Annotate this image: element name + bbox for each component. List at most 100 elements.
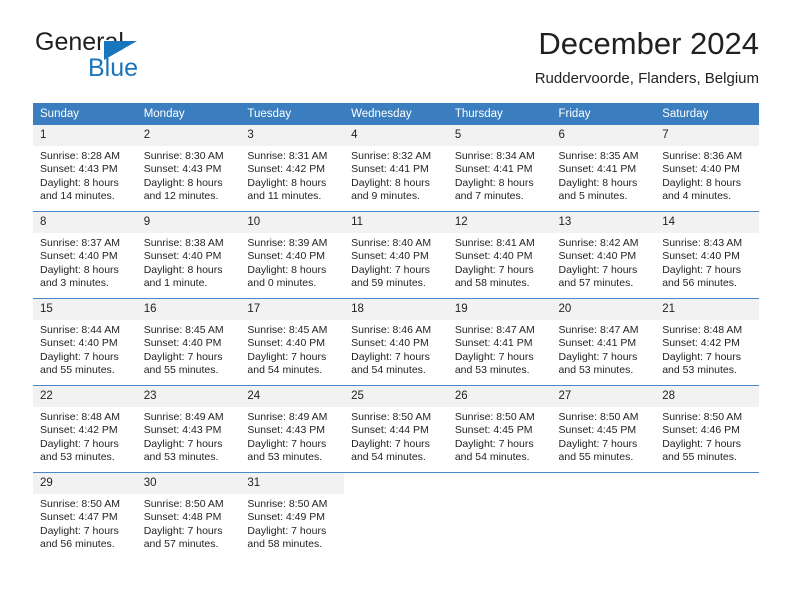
day-sunrise-text: Sunrise: 8:49 AM: [247, 411, 328, 423]
day-number: [344, 473, 448, 494]
calendar-empty-cell: [447, 472, 552, 559]
calendar-day-cell[interactable]: 25 Sunrise: 8:50 AM Sunset: 4:44 PM Dayligh…: [344, 385, 448, 473]
day-number: 15: [33, 299, 137, 320]
day-number: 12: [447, 212, 552, 233]
day-details: Sunrise: 8:37 AM Sunset: 4:40 PM Daylight:…: [33, 233, 137, 291]
day-details: [655, 494, 759, 498]
calendar-table: Sunday Monday Tuesday Wednesday Thursday…: [33, 103, 759, 559]
day-details: Sunrise: 8:44 AM Sunset: 4:40 PM Daylight:…: [33, 320, 137, 378]
day-sunrise-text: Sunrise: 8:45 AM: [247, 324, 328, 336]
day-details: Sunrise: 8:50 AM Sunset: 4:44 PM Daylight:…: [344, 407, 448, 465]
day-daylight-1-text: Daylight: 7 hours: [143, 524, 223, 537]
calendar-day-cell[interactable]: 8 Sunrise: 8:37 AM Sunset: 4:40 PM Daylight…: [33, 211, 137, 299]
calendar-day-cell[interactable]: 31 Sunrise: 8:50 AM Sunset: 4:49 PM Dayligh…: [240, 472, 345, 559]
day-details: Sunrise: 8:35 AM Sunset: 4:41 PM Daylight:…: [552, 146, 656, 204]
calendar-day-cell[interactable]: 9 Sunrise: 8:38 AM Sunset: 4:40 PM Daylight…: [136, 211, 241, 299]
day-number: 6: [551, 125, 656, 146]
day-daylight-2-text: and 54 minutes.: [454, 451, 530, 464]
calendar-day-cell[interactable]: 2 Sunrise: 8:30 AM Sunset: 4:43 PM Daylight…: [136, 125, 241, 212]
day-number: 19: [447, 299, 552, 320]
day-sunrise-text: Sunrise: 8:36 AM: [662, 150, 743, 162]
day-sunset-text: Sunset: 4:42 PM: [662, 337, 740, 350]
calendar-day-cell[interactable]: 12 Sunrise: 8:41 AM Sunset: 4:40 PM Dayligh…: [447, 211, 552, 299]
calendar-day-cell[interactable]: 20 Sunrise: 8:47 AM Sunset: 4:41 PM Dayligh…: [551, 298, 656, 386]
calendar-day-cell[interactable]: 5 Sunrise: 8:34 AM Sunset: 4:41 PM Daylight…: [447, 125, 552, 212]
calendar-day-cell[interactable]: 15 Sunrise: 8:44 AM Sunset: 4:40 PM Dayligh…: [33, 298, 137, 386]
calendar-day-cell[interactable]: 21 Sunrise: 8:48 AM Sunset: 4:42 PM Dayligh…: [655, 298, 759, 386]
calendar-page: General Blue December 2024 Ruddervoorde,…: [0, 0, 792, 612]
calendar-day-cell[interactable]: 1 Sunrise: 8:28 AM Sunset: 4:43 PM Daylight…: [33, 125, 137, 212]
day-details: Sunrise: 8:48 AM Sunset: 4:42 PM Daylight:…: [655, 320, 759, 378]
calendar-day-cell[interactable]: 10 Sunrise: 8:39 AM Sunset: 4:40 PM Dayligh…: [240, 211, 345, 299]
day-daylight-2-text: and 55 minutes.: [40, 364, 115, 377]
calendar-day-cell[interactable]: 18 Sunrise: 8:46 AM Sunset: 4:40 PM Dayligh…: [344, 298, 448, 386]
day-number: 9: [136, 212, 241, 233]
day-daylight-2-text: and 53 minutes.: [40, 451, 115, 464]
day-sunrise-text: Sunrise: 8:49 AM: [143, 411, 224, 423]
day-sunrise-text: Sunrise: 8:50 AM: [40, 498, 120, 510]
day-sunset-text: Sunset: 4:40 PM: [143, 337, 222, 350]
day-sunrise-text: Sunrise: 8:34 AM: [454, 150, 535, 162]
day-sunset-text: Sunset: 4:41 PM: [558, 163, 637, 176]
day-daylight-2-text: and 3 minutes.: [40, 277, 109, 290]
day-daylight-1-text: Daylight: 7 hours: [558, 350, 638, 363]
day-sunrise-text: Sunrise: 8:50 AM: [247, 498, 328, 510]
calendar-week-row: 29 Sunrise: 8:50 AM Sunset: 4:47 PM Dayligh…: [33, 472, 759, 559]
calendar-day-cell[interactable]: 28 Sunrise: 8:50 AM Sunset: 4:46 PM Dayligh…: [655, 385, 759, 473]
day-sunset-text: Sunset: 4:40 PM: [662, 250, 740, 263]
day-number: 16: [136, 299, 241, 320]
calendar-day-cell[interactable]: 6 Sunrise: 8:35 AM Sunset: 4:41 PM Daylight…: [551, 125, 656, 212]
calendar-day-cell[interactable]: 27 Sunrise: 8:50 AM Sunset: 4:45 PM Dayligh…: [551, 385, 656, 473]
title-block: December 2024 Ruddervoorde, Flanders, Be…: [535, 24, 759, 90]
calendar-day-cell[interactable]: 30 Sunrise: 8:50 AM Sunset: 4:48 PM Dayligh…: [136, 472, 241, 559]
day-sunrise-text: Sunrise: 8:48 AM: [40, 411, 120, 423]
calendar-day-cell[interactable]: 3 Sunrise: 8:31 AM Sunset: 4:42 PM Daylight…: [240, 125, 345, 212]
day-daylight-1-text: Daylight: 8 hours: [40, 176, 119, 189]
day-daylight-2-text: and 54 minutes.: [351, 451, 426, 464]
day-sunset-text: Sunset: 4:40 PM: [351, 250, 429, 263]
page-subtitle: Ruddervoorde, Flanders, Belgium: [534, 70, 759, 87]
weekday-header-friday: Friday: [551, 103, 656, 125]
day-sunset-text: Sunset: 4:40 PM: [247, 337, 326, 350]
calendar-day-cell[interactable]: 24 Sunrise: 8:49 AM Sunset: 4:43 PM Dayligh…: [240, 385, 345, 473]
day-daylight-1-text: Daylight: 7 hours: [247, 350, 327, 363]
day-sunrise-text: Sunrise: 8:40 AM: [351, 237, 432, 249]
day-details: Sunrise: 8:49 AM Sunset: 4:43 PM Daylight:…: [240, 407, 344, 465]
weekday-header-thursday: Thursday: [447, 103, 552, 125]
day-daylight-1-text: Daylight: 8 hours: [40, 263, 119, 276]
day-number: 28: [655, 386, 759, 407]
calendar-day-cell[interactable]: 7 Sunrise: 8:36 AM Sunset: 4:40 PM Daylight…: [655, 125, 759, 212]
day-daylight-2-text: and 53 minutes.: [143, 451, 219, 464]
calendar-day-cell[interactable]: 11 Sunrise: 8:40 AM Sunset: 4:40 PM Dayligh…: [344, 211, 448, 299]
day-daylight-1-text: Daylight: 7 hours: [351, 263, 430, 276]
calendar-day-cell[interactable]: 4 Sunrise: 8:32 AM Sunset: 4:41 PM Daylight…: [344, 125, 448, 212]
day-number: 25: [344, 386, 448, 407]
day-details: Sunrise: 8:50 AM Sunset: 4:45 PM Daylight:…: [448, 407, 552, 465]
calendar-day-cell[interactable]: 16 Sunrise: 8:45 AM Sunset: 4:40 PM Dayligh…: [136, 298, 241, 386]
calendar-day-cell[interactable]: 17 Sunrise: 8:45 AM Sunset: 4:40 PM Dayligh…: [240, 298, 345, 386]
calendar-day-cell[interactable]: 22 Sunrise: 8:48 AM Sunset: 4:42 PM Dayligh…: [33, 385, 137, 473]
calendar-day-cell[interactable]: 13 Sunrise: 8:42 AM Sunset: 4:40 PM Dayligh…: [551, 211, 656, 299]
day-details: Sunrise: 8:50 AM Sunset: 4:47 PM Daylight:…: [33, 494, 137, 552]
calendar-day-cell[interactable]: 14 Sunrise: 8:43 AM Sunset: 4:40 PM Dayligh…: [655, 211, 759, 299]
day-sunset-text: Sunset: 4:41 PM: [454, 163, 533, 176]
calendar-body: 1 Sunrise: 8:28 AM Sunset: 4:43 PM Daylight…: [33, 125, 759, 559]
day-daylight-1-text: Daylight: 8 hours: [454, 176, 534, 189]
day-sunset-text: Sunset: 4:40 PM: [247, 250, 326, 263]
day-details: Sunrise: 8:32 AM Sunset: 4:41 PM Daylight:…: [344, 146, 448, 204]
calendar-day-cell[interactable]: 19 Sunrise: 8:47 AM Sunset: 4:41 PM Dayligh…: [447, 298, 552, 386]
calendar-day-cell[interactable]: 26 Sunrise: 8:50 AM Sunset: 4:45 PM Dayligh…: [447, 385, 552, 473]
day-number: 31: [240, 473, 345, 494]
day-details: Sunrise: 8:45 AM Sunset: 4:40 PM Daylight:…: [240, 320, 344, 378]
day-daylight-2-text: and 7 minutes.: [454, 190, 524, 203]
calendar-day-cell[interactable]: 29 Sunrise: 8:50 AM Sunset: 4:47 PM Dayligh…: [33, 472, 137, 559]
day-daylight-2-text: and 59 minutes.: [351, 277, 426, 290]
day-sunset-text: Sunset: 4:47 PM: [40, 511, 118, 524]
day-details: Sunrise: 8:43 AM Sunset: 4:40 PM Daylight:…: [655, 233, 759, 291]
calendar-day-cell[interactable]: 23 Sunrise: 8:49 AM Sunset: 4:43 PM Dayligh…: [136, 385, 241, 473]
generalblue-logo[interactable]: General Blue: [33, 28, 263, 90]
day-sunset-text: Sunset: 4:41 PM: [454, 337, 533, 350]
day-number: [655, 473, 759, 494]
day-daylight-1-text: Daylight: 7 hours: [351, 350, 430, 363]
day-number: 26: [447, 386, 552, 407]
